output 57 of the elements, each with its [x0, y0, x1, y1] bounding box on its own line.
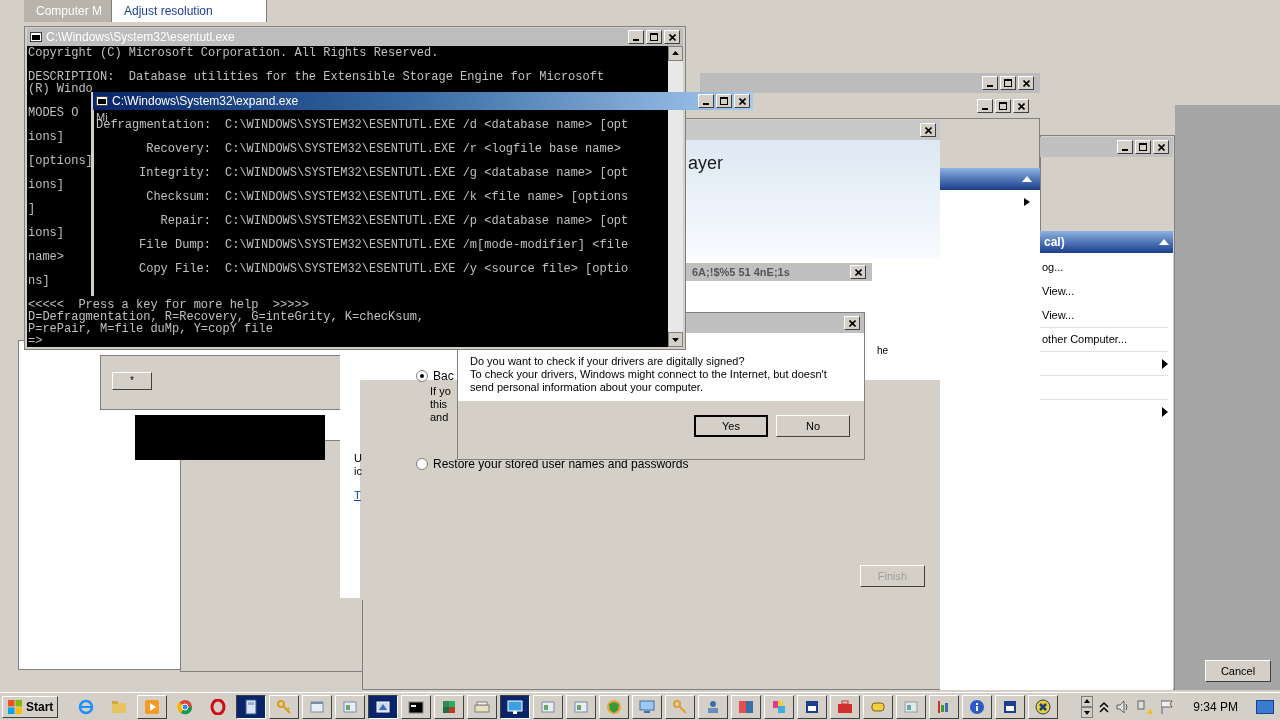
side-text: ic — [354, 465, 362, 478]
console-line: Copyright (C) Microsoft Corporation. All Rights Reserved. — [28, 47, 440, 59]
clock[interactable]: 9:34 PM — [1193, 697, 1238, 716]
console-line: ns] — [28, 275, 51, 287]
console-label: Checksum: — [145, 191, 211, 203]
console-line: name> — [28, 251, 65, 263]
option-label[interactable]: Restore your stored user names and passwords — [433, 455, 689, 473]
dialog-message: To check your drivers, Windows might connect to the Internet, but doesn't — [470, 368, 828, 381]
dialog-question: Do you want to check if your drivers are digitally signed? — [470, 355, 746, 368]
console-label: File Dump: — [138, 239, 211, 251]
option-label[interactable]: Bac — [433, 367, 454, 385]
console-line: [options] — [28, 155, 93, 167]
window-title: 6A;!$%5 51 4nE;1s — [692, 264, 790, 280]
wizard-heading: ayer — [688, 152, 723, 175]
console-line: DESCRIPTION: Database utilities for the Extensible Storage Engine for Microsoft — [28, 71, 605, 83]
console-line: ions] — [28, 131, 65, 143]
start-button[interactable]: Start — [2, 695, 59, 718]
console-label: Copy File: — [138, 263, 211, 275]
text-fragment: he — [877, 344, 889, 358]
tab[interactable]: Adjust resolution — [112, 0, 267, 22]
console-line: ions] — [28, 179, 65, 191]
link[interactable]: T — [354, 487, 361, 504]
small-button[interactable]: * — [112, 372, 152, 390]
option-description: If yo — [430, 385, 452, 398]
console-line: ions] — [28, 227, 65, 239]
option-description: and — [430, 411, 450, 424]
console-line: C:\WINDOWS\SYSTEM32\ESENTUTL.EXE /m[mode-modifier] <file — [225, 239, 629, 251]
side-text: U — [354, 452, 362, 465]
console-label: Integrity: — [138, 167, 211, 179]
option-description: this — [430, 398, 449, 411]
menu-item[interactable]: View... — [1042, 282, 1075, 300]
menu-item[interactable]: View... — [1042, 306, 1075, 324]
console-line: C:\WINDOWS\SYSTEM32\ESENTUTL.EXE /g <database name> [opt — [225, 167, 629, 179]
window-title: C:\Windows\System32\esentutl.exe — [46, 29, 235, 46]
console-line: C:\WINDOWS\SYSTEM32\ESENTUTL.EXE /d <database name> [opt — [225, 119, 629, 131]
console-line: D=Defragmentation, R=Recovery, G=inteGrity, K=checKsum, — [28, 311, 425, 323]
dialog-button[interactable]: Yes — [694, 415, 768, 437]
cancel-button[interactable]: Cancel — [1205, 660, 1271, 682]
console-line: <<<<< Press a key for more help >>>>> — [28, 299, 309, 311]
console-line: C:\WINDOWS\SYSTEM32\ESENTUTL.EXE /r <logfile base name> — [225, 143, 622, 155]
console-label: Recovery: — [145, 143, 211, 155]
section-title: cal) — [1044, 234, 1065, 251]
dialog-message: send personal information about your computer. — [470, 381, 704, 394]
console-label: Defragmentation: — [96, 119, 211, 131]
console-line: C:\WINDOWS\SYSTEM32\ESENTUTL.EXE /y <source file> [optio — [225, 263, 629, 275]
console-line: ] — [28, 203, 37, 215]
menu-item[interactable]: other Computer... — [1042, 331, 1127, 348]
console-line: C:\WINDOWS\SYSTEM32\ESENTUTL.EXE /p <database name> [opt — [225, 215, 629, 227]
console-line: => — [28, 335, 44, 347]
console-line: MODES O — [28, 107, 80, 119]
console-label: Repair: — [159, 215, 211, 227]
window-title: C:\Windows\System32\expand.exe — [112, 93, 299, 110]
dialog-button[interactable]: No — [776, 415, 850, 437]
menu-item[interactable]: og... — [1042, 258, 1064, 276]
console-line: C:\WINDOWS\SYSTEM32\ESENTUTL.EXE /k <file name> [options — [225, 191, 629, 203]
console-line: (R) Windo — [28, 83, 94, 95]
console-line: P=rePair, M=file duMp, Y=copY file — [28, 323, 273, 335]
